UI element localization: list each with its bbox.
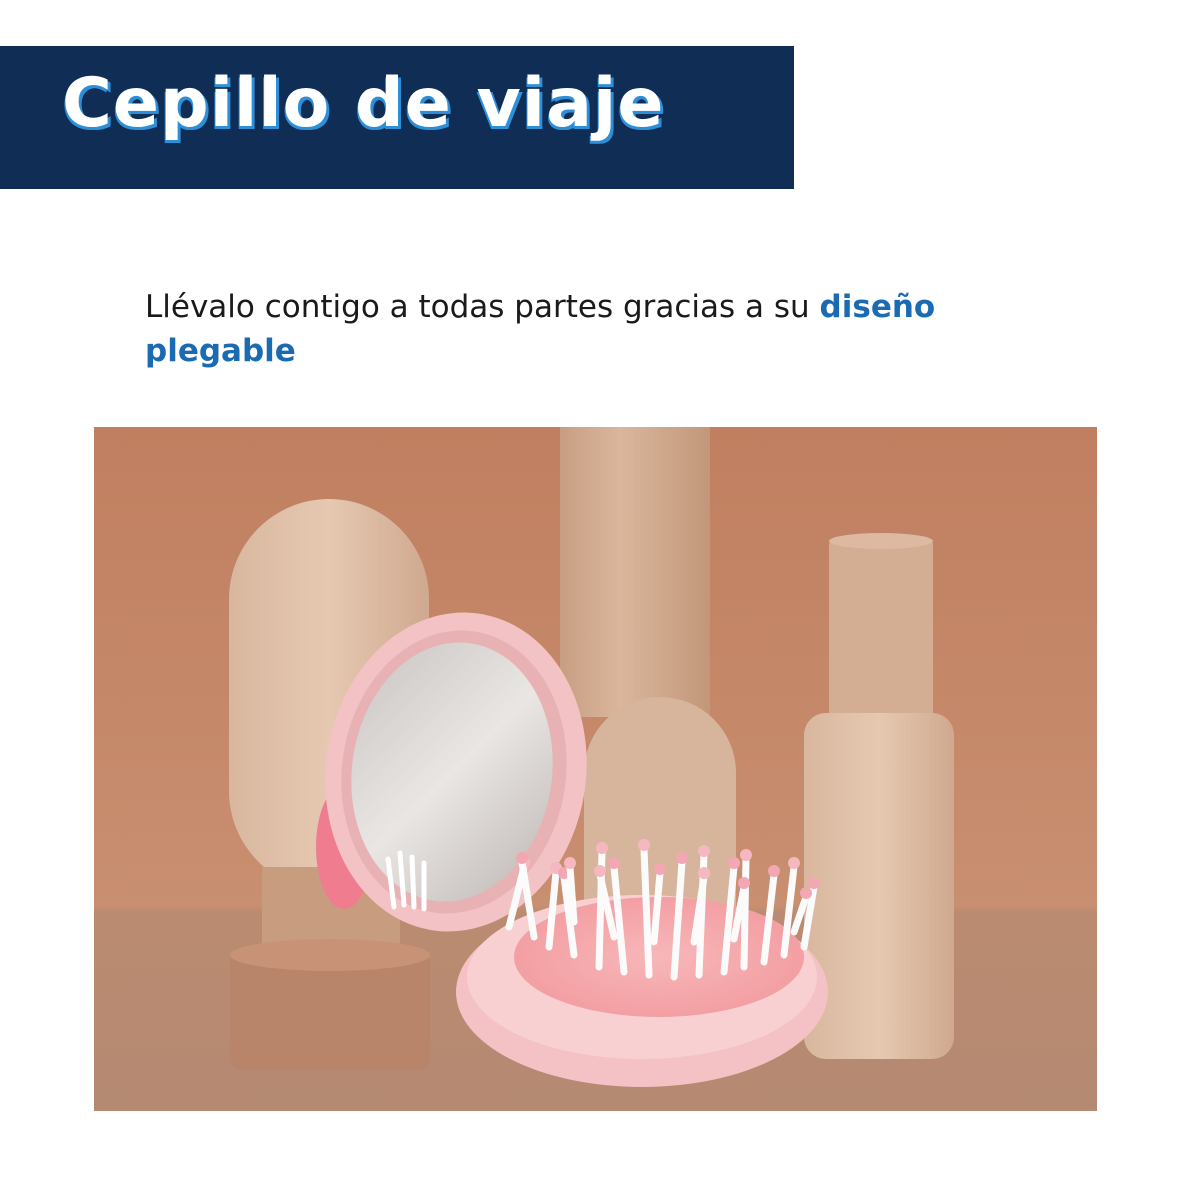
left-base-top: [230, 939, 430, 971]
bristle-tip: [608, 857, 620, 869]
bristle: [566, 863, 578, 926]
bristle-tip: [728, 857, 740, 869]
page-title: Cepillo de viaje: [62, 64, 665, 143]
bristle-tip: [638, 839, 650, 851]
bristle-tip: [564, 857, 576, 869]
bristle-tip: [808, 877, 820, 889]
bristle-tip: [654, 863, 666, 875]
bristle-tip: [800, 887, 812, 899]
bristle-tip: [788, 857, 800, 869]
bristle-tip: [596, 842, 608, 854]
bristle-tip: [698, 867, 710, 879]
bristle-tip: [740, 849, 752, 861]
right-bottle-body: [804, 713, 954, 1059]
bristle-tip: [594, 865, 606, 877]
bristle-tip: [676, 852, 688, 864]
right-bottle-neck-top: [829, 533, 933, 549]
product-description: Llévalo contigo a todas partes gracias a…: [145, 285, 1065, 373]
bristle: [640, 845, 653, 979]
bristle: [740, 855, 750, 971]
description-text: Llévalo contigo a todas partes gracias a…: [145, 289, 820, 325]
right-bottle-neck: [829, 539, 933, 719]
back-column: [560, 427, 710, 717]
bristle-tip: [516, 852, 528, 864]
bristle-tip: [698, 845, 710, 857]
bristle-tip: [768, 865, 780, 877]
product-photo: [94, 427, 1097, 1111]
bristle-tip: [738, 877, 750, 889]
